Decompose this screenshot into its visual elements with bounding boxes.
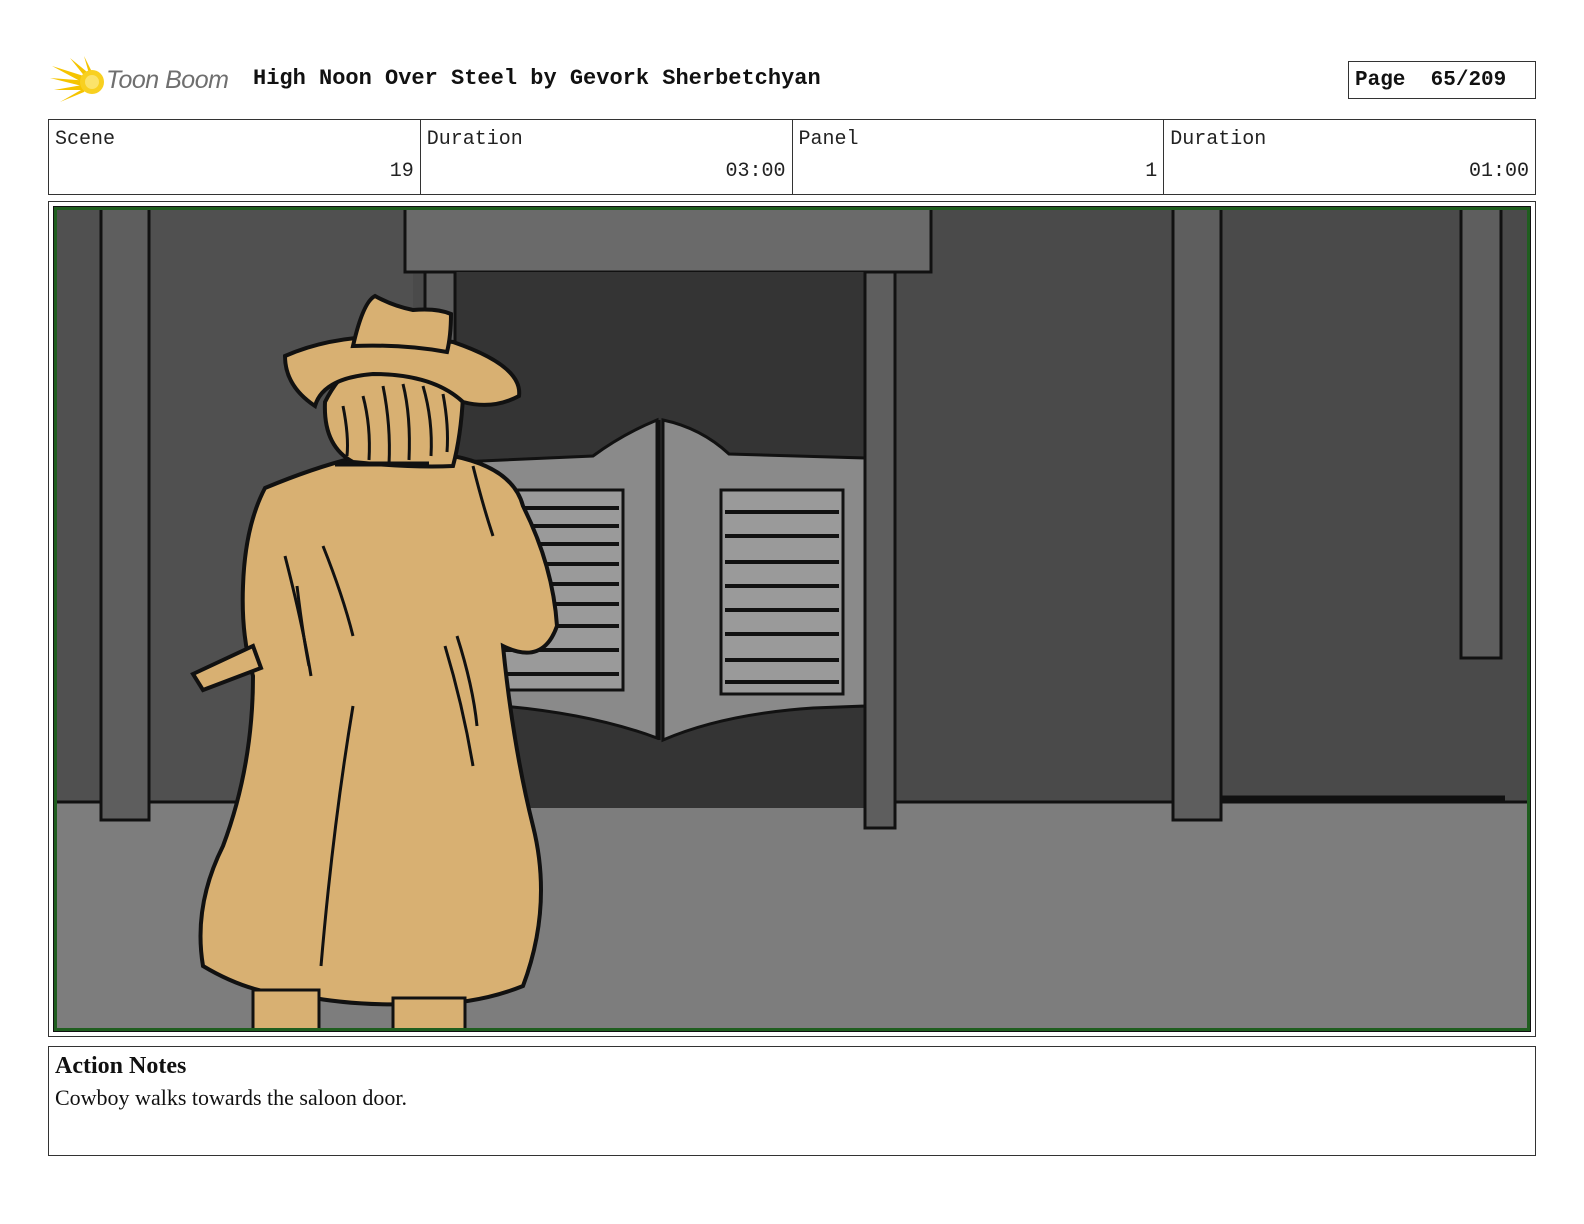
- pillar-far-right: [1459, 206, 1503, 660]
- scene-info-table: Scene 19 Duration 03:00 Panel 1 Duration…: [48, 119, 1536, 195]
- cowboy-coat: [198, 453, 560, 1007]
- scene-duration-value: 03:00: [725, 160, 786, 183]
- door-post-right: [863, 270, 897, 830]
- page-number: 65/209: [1430, 68, 1507, 92]
- scene-label: Scene: [55, 128, 116, 151]
- panel-duration-label: Duration: [1170, 128, 1267, 151]
- scene-cell: Scene 19: [49, 120, 421, 194]
- document-title: High Noon Over Steel by Gevork Sherbetch…: [253, 66, 821, 91]
- action-notes-text: Cowboy walks towards the saloon door.: [55, 1085, 407, 1110]
- panel-duration-cell: Duration 01:00: [1164, 120, 1535, 194]
- scene-duration-cell: Duration 03:00: [421, 120, 793, 194]
- panel-value: 1: [1145, 160, 1158, 183]
- panel-cell: Panel 1: [793, 120, 1165, 194]
- storyboard-panel-frame: [48, 201, 1536, 1037]
- toon-boom-logo: Toon Boom: [50, 56, 240, 106]
- action-notes-title: Action Notes: [55, 1053, 187, 1079]
- panel-duration-value: 01:00: [1468, 160, 1529, 183]
- starburst-logo-icon: [50, 56, 104, 102]
- page-header: Toon Boom High Noon Over Steel by Gevork…: [48, 56, 1536, 106]
- logo-text: Toon Boom: [106, 66, 229, 94]
- pillar-left: [99, 206, 151, 822]
- cowboy-boot-left: [251, 988, 321, 1032]
- page-indicator: Page 65/209: [1348, 61, 1536, 99]
- scene-value: 19: [389, 160, 414, 183]
- panel-label: Panel: [798, 128, 859, 151]
- storyboard-panel-image: [53, 206, 1531, 1032]
- door-awning: [403, 206, 933, 274]
- action-notes-box: Action Notes Cowboy walks towards the sa…: [48, 1046, 1536, 1156]
- cowboy-boot-right: [391, 996, 467, 1032]
- page-label: Page: [1355, 68, 1406, 92]
- door-louvers-right: [719, 488, 845, 696]
- scene-duration-label: Duration: [426, 128, 523, 151]
- pillar-right: [1171, 206, 1223, 822]
